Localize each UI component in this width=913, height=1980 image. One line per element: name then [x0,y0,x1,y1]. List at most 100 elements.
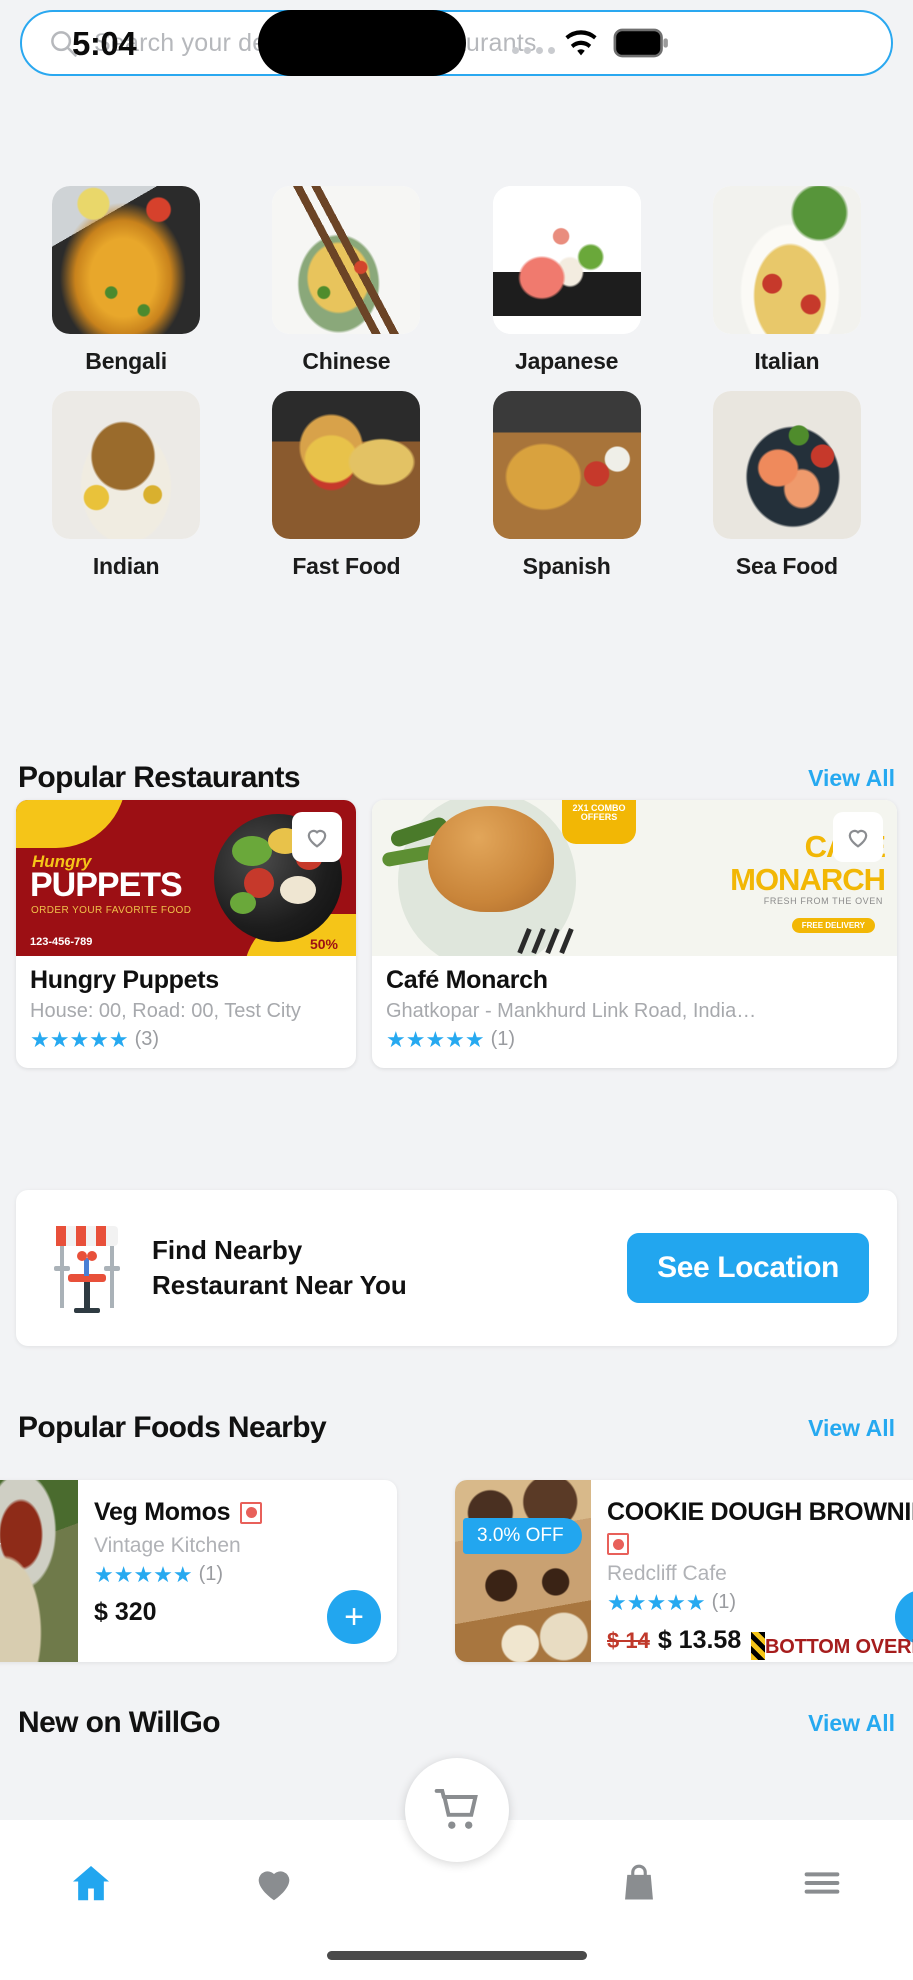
bottom-nav-item-home[interactable] [0,1848,183,1918]
food-card-cookie-dough-brownie[interactable]: 3.0% OFF COOKIE DOUGH BROWNIE Redcliff C… [455,1480,913,1662]
category-item-italian[interactable]: Italian [677,186,897,375]
search-bar[interactable]: Search your desired food & restaurants [20,10,893,76]
popular-restaurants-list: Hungry PUPPETS ORDER YOUR FAVORITE FOOD … [0,800,913,1070]
find-nearby-line2: Restaurant Near You [152,1270,407,1300]
category-image-fastfood [272,391,421,539]
veg-indicator-icon [240,1501,263,1524]
category-item-japanese[interactable]: Japanese [457,186,677,375]
food-old-price: $ 14 [607,1628,650,1653]
discount-badge: 3.0% OFF [463,1518,582,1554]
see-location-button[interactable]: See Location [627,1233,869,1303]
page-title: New on WillGo [18,1706,221,1739]
app-root: Search your desired food & restaurants 5… [0,0,913,1980]
restaurant-card-hungry-puppets[interactable]: Hungry PUPPETS ORDER YOUR FAVORITE FOOD … [16,800,356,1068]
category-image-spanish [492,391,641,539]
banner-brand-line2: MONARCH [730,862,886,897]
restaurant-address: Ghatkopar - Mankhurd Link Road, India… [386,1000,757,1022]
category-image-seafood [712,391,861,539]
category-item-indian[interactable]: Indian [16,391,236,580]
banner-free-delivery: FREE DELIVERY [791,918,875,933]
banner-combo-badge: 2X1 COMBO OFFERS [562,800,636,844]
veg-indicator-icon [607,1533,629,1555]
home-indicator [326,1951,587,1960]
section-header-new-on-app: New on WillGo View All [0,1700,913,1746]
bag-icon [625,1864,654,1900]
shopping-cart-icon [434,1788,478,1829]
category-item-chinese[interactable]: Chinese [236,186,456,375]
rating-count: (3) [134,1028,160,1050]
page-title: Popular Restaurants [18,761,301,794]
category-label: Italian [754,348,820,374]
view-all-popular-restaurants[interactable]: View All [808,765,895,792]
find-nearby-banner[interactable]: Find Nearby Restaurant Near You See Loca… [16,1190,897,1346]
category-image-chinese [272,186,421,334]
food-restaurant-name: Vintage Kitchen [94,1534,241,1557]
category-grid: Bengali Chinese Japanese Italian Indian … [16,186,897,580]
view-all-new-on-app[interactable]: View All [808,1710,895,1737]
search-icon [48,28,78,58]
heart-outline-icon [307,829,327,848]
bottom-nav-item-favorite[interactable] [183,1848,366,1918]
rating-count: (1) [711,1591,737,1613]
heart-outline-icon [848,829,868,848]
category-image-bengali [52,186,201,334]
bottom-nav-item-menu[interactable] [730,1848,913,1918]
find-nearby-line1: Find Nearby [152,1234,303,1265]
food-card-veg-momos[interactable]: ilable w Veg Momos Vintage Kitchen ★★★★★… [0,1480,397,1662]
find-nearby-text: Find Nearby Restaurant Near You [152,1233,407,1303]
category-label: Sea Food [735,553,838,579]
food-restaurant-name: Redcliff Cafe [607,1562,727,1585]
category-label: Spanish [522,553,611,579]
search-placeholder-text: Search your desired food & restaurants [94,28,537,57]
rating-row: ★★★★★ (1) [386,1028,883,1051]
category-label: Indian [92,553,160,579]
star-rating: ★★★★★ [386,1026,485,1052]
category-label: Japanese [515,348,619,374]
banner-tagline: ORDER YOUR FAVORITE FOOD [31,905,192,916]
restaurant-banner-image: 2X1 COMBO OFFERS CAFÉ MONARCH FRESH FROM… [372,800,897,956]
rating-row: ★★★★★ (1) [607,1591,913,1614]
bottom-nav-item-orders[interactable] [548,1848,731,1918]
bottom-navigation-bar [0,1758,913,1980]
add-to-cart-button[interactable]: + [327,1590,381,1644]
view-all-popular-foods[interactable]: View All [808,1415,895,1442]
hamburger-menu-icon [804,1872,840,1894]
cart-fab-button[interactable] [404,1758,509,1862]
bottom-nav-spacer [365,1848,548,1918]
food-name: Veg Momos [94,1498,231,1526]
heart-icon [258,1871,290,1901]
category-label: Bengali [85,348,167,374]
restaurant-name: Café Monarch [386,966,548,994]
star-rating: ★★★★★ [607,1589,706,1615]
restaurant-table-icon [44,1220,130,1316]
category-label: Fast Food [292,553,401,579]
flutter-overflow-error: BOTTOM OVERFLOWED BY 4.0 PIXELS [751,1632,913,1662]
home-icon [73,1865,110,1901]
section-header-popular-foods: Popular Foods Nearby View All [0,1405,913,1451]
category-item-sea-food[interactable]: Sea Food [677,391,897,580]
bottom-nav-items [0,1848,913,1918]
restaurant-banner-image: Hungry PUPPETS ORDER YOUR FAVORITE FOOD … [16,800,356,956]
category-image-japanese [492,186,641,334]
page-title: Popular Foods Nearby [18,1411,327,1444]
banner-brand-name: PUPPETS [30,866,183,904]
category-item-bengali[interactable]: Bengali [16,186,236,375]
restaurant-card-cafe-monarch[interactable]: 2X1 COMBO OFFERS CAFÉ MONARCH FRESH FROM… [372,800,897,1068]
restaurant-name: Hungry Puppets [30,966,219,994]
category-item-fast-food[interactable]: Fast Food [236,391,456,580]
section-header-popular-restaurants: Popular Restaurants View All [0,755,913,801]
overflow-error-text: BOTTOM OVERFLOWED BY 4.0 PIXELS [765,1635,913,1658]
category-image-italian [712,186,861,334]
category-label: Chinese [302,348,391,374]
star-rating: ★★★★★ [30,1026,129,1052]
food-current-price: $ 13.58 [657,1626,742,1654]
rating-count: (1) [198,1563,224,1585]
favorite-button[interactable] [833,812,883,862]
rating-row: ★★★★★ (1) [94,1563,383,1586]
star-rating: ★★★★★ [94,1561,193,1587]
favorite-button[interactable] [292,812,342,862]
category-item-spanish[interactable]: Spanish [457,391,677,580]
banner-discount: 50% [309,936,338,952]
banner-tagline: FRESH FROM THE OVEN [763,896,883,906]
popular-foods-list: ilable w Veg Momos Vintage Kitchen ★★★★★… [0,1480,913,1664]
